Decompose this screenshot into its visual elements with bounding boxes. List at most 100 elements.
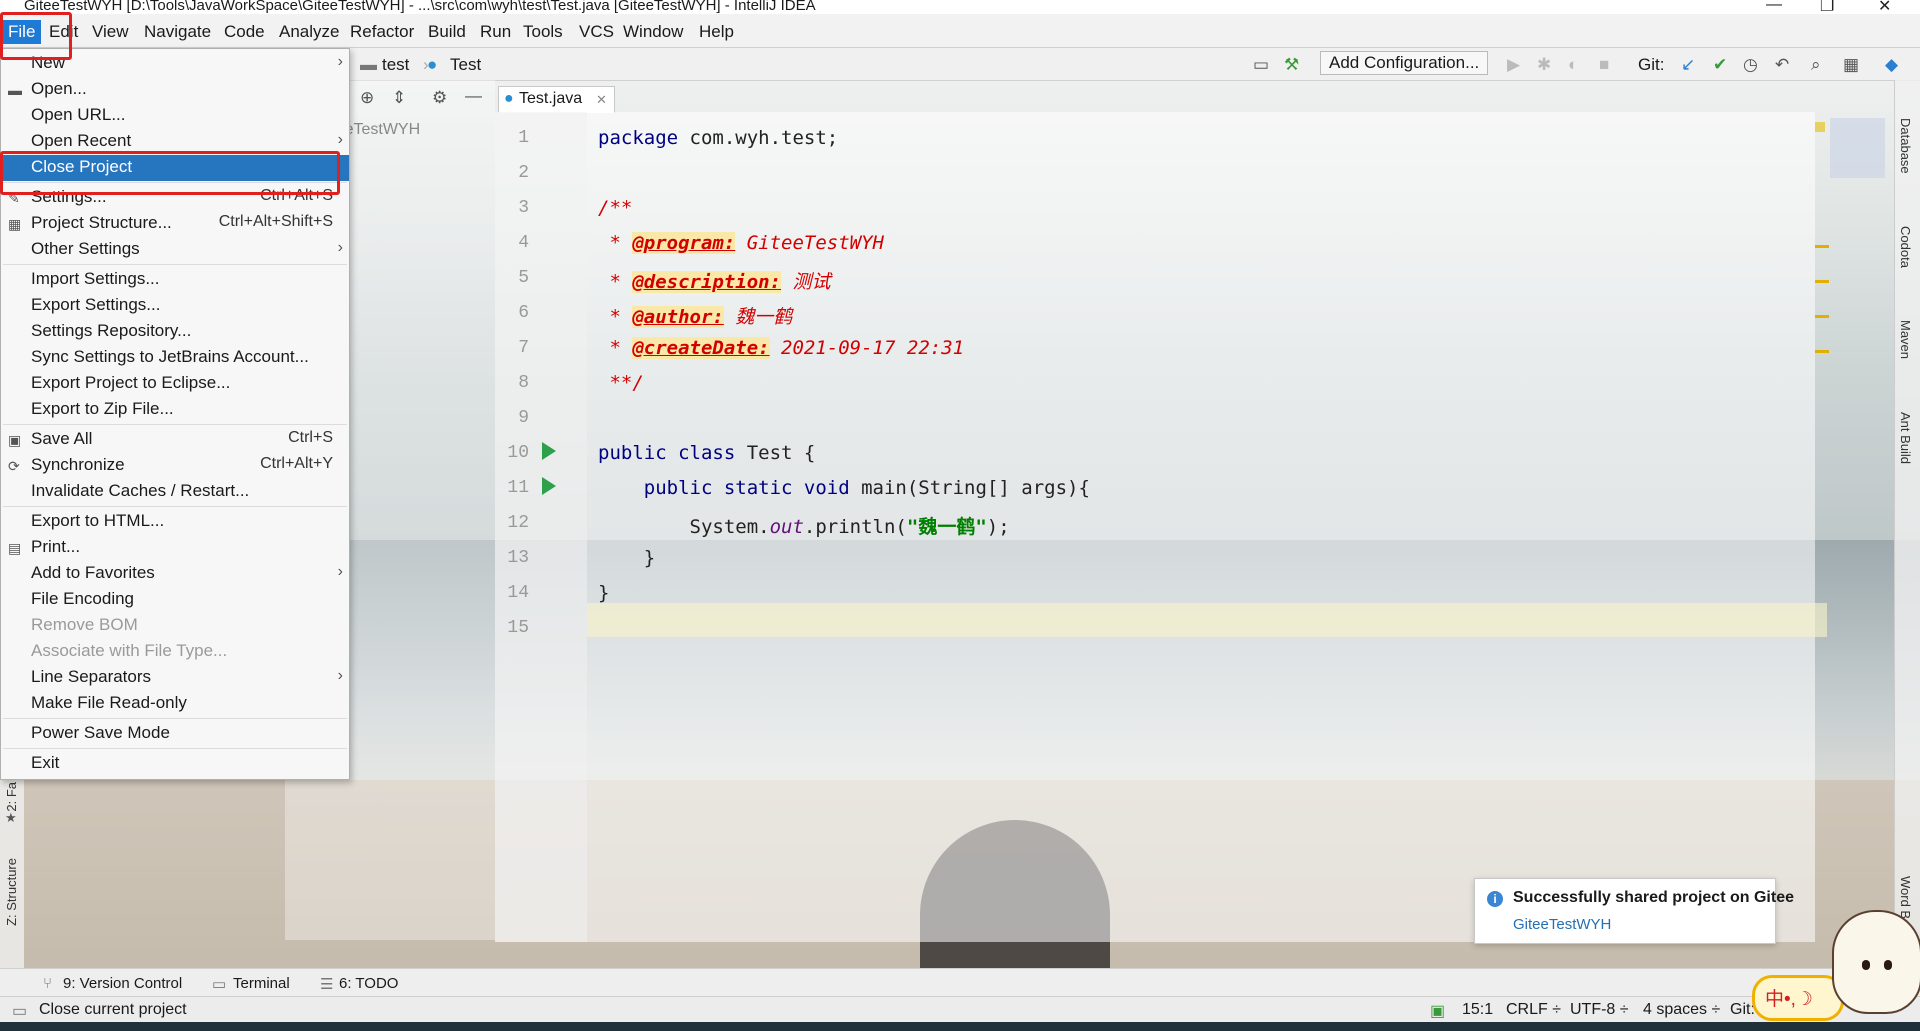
menu-item-remove-bom[interactable]: Remove BOM [1, 613, 349, 639]
error-stripe-mark[interactable] [1815, 245, 1829, 248]
menu-code[interactable]: Code [224, 22, 265, 42]
structure-tool-button[interactable]: Z: Structure [4, 858, 19, 926]
navigation-bar: ▬ test › ● Test ▭ ⚒ Add Configuration...… [285, 48, 1920, 81]
notification-balloon[interactable]: i Successfully shared project on Gitee G… [1474, 878, 1794, 944]
menu-item-settings-repository[interactable]: Settings Repository... [1, 319, 349, 345]
gitee-icon[interactable]: ◆ [1885, 55, 1898, 75]
breadcrumb-class[interactable]: Test [450, 55, 481, 75]
menu-item-synchronize[interactable]: ⟳ Synchronize Ctrl+Alt+Y [1, 453, 349, 479]
run-main-icon[interactable] [542, 477, 556, 495]
menu-item-make-read-only[interactable]: Make File Read-only [1, 691, 349, 717]
menu-help[interactable]: Help [699, 22, 734, 42]
line-number: 11 [507, 478, 529, 498]
menu-item-open[interactable]: ▬ Open... [1, 77, 349, 103]
sync-icon: ⟳ [8, 458, 20, 474]
collapse-icon[interactable]: ⇕ [392, 88, 406, 108]
caret-row-highlight [587, 603, 1827, 637]
project-structure-icon[interactable]: ▭ [1253, 55, 1269, 75]
line-separator-selector[interactable]: CRLF ÷ [1506, 1001, 1561, 1019]
tool-terminal[interactable]: Terminal [233, 975, 290, 992]
inspection-status-icon[interactable] [1815, 122, 1825, 132]
menu-item-associate-file-type[interactable]: Associate with File Type... [1, 639, 349, 665]
menu-item-import-settings[interactable]: Import Settings... [1, 267, 349, 293]
star-icon: ★ [5, 810, 17, 825]
debug-icon[interactable]: ✱ [1537, 55, 1551, 75]
menu-item-invalidate-caches[interactable]: Invalidate Caches / Restart... [1, 479, 349, 505]
menu-analyze[interactable]: Analyze [279, 22, 339, 42]
notification-link[interactable]: GiteeTestWYH [1513, 916, 1611, 933]
codota-status-icon[interactable]: ▣ [1430, 1001, 1445, 1021]
menu-item-file-encoding[interactable]: File Encoding [1, 587, 349, 613]
build-hammer-icon[interactable]: ⚒ [1284, 55, 1299, 75]
codota-tool-button[interactable]: Codota [1898, 226, 1913, 268]
status-toggle-icon[interactable]: ▭ [12, 1001, 27, 1021]
ant-build-tool-button[interactable]: Ant Build [1898, 412, 1913, 464]
vcs-branch-widget[interactable]: Git: [1730, 1001, 1755, 1019]
tool-version-control[interactable]: 9: Version Control [63, 975, 182, 992]
tool-window-bar: ⑂ 9: Version Control ▭ Terminal ☰ 6: TOD… [0, 968, 1920, 997]
restore-icon[interactable]: ❐ [1820, 0, 1834, 14]
add-configuration-button[interactable]: Add Configuration... [1320, 51, 1488, 75]
run-icon[interactable]: ▶ [1507, 55, 1520, 75]
indent-selector[interactable]: 4 spaces ÷ [1643, 1001, 1720, 1019]
line-number: 8 [518, 373, 529, 393]
locate-icon[interactable]: ⊕ [360, 88, 374, 108]
ime-indicator[interactable]: 中•,☽ [1752, 975, 1844, 1021]
coverage-icon[interactable]: ◐ [1568, 55, 1578, 75]
encoding-selector[interactable]: UTF-8 ÷ [1570, 1001, 1629, 1019]
caret-position[interactable]: 15:1 [1462, 1001, 1493, 1019]
info-icon: i [1487, 891, 1503, 907]
menu-item-open-url[interactable]: Open URL... [1, 103, 349, 129]
todo-icon: ☰ [320, 976, 334, 993]
menu-item-export-settings[interactable]: Export Settings... [1, 293, 349, 319]
menu-item-sync-settings[interactable]: Sync Settings to JetBrains Account... [1, 345, 349, 371]
menu-window[interactable]: Window [623, 22, 683, 42]
tab-test-java[interactable]: ● Test.java ✕ [498, 86, 615, 113]
menu-vcs[interactable]: VCS [579, 22, 614, 42]
error-stripe-mark[interactable] [1815, 350, 1829, 353]
menu-item-exit[interactable]: Exit [1, 751, 349, 777]
project-view-icon[interactable]: ▦ [1843, 55, 1859, 75]
line-number: 4 [518, 233, 529, 253]
stop-icon[interactable]: ■ [1599, 55, 1609, 75]
git-commit-icon[interactable]: ✔ [1713, 55, 1727, 75]
menu-item-other-settings[interactable]: Other Settings › [1, 237, 349, 263]
code-line-4: * @program: GiteeTestWYH [598, 232, 884, 254]
menu-run[interactable]: Run [480, 22, 511, 42]
minimize-icon[interactable]: — [1766, 0, 1782, 14]
favorites-tool-button[interactable]: 2: Fa [4, 782, 19, 812]
breadcrumb-package[interactable]: test [382, 55, 409, 75]
git-update-icon[interactable]: ↙ [1681, 55, 1695, 75]
error-stripe-mark[interactable] [1815, 315, 1829, 318]
close-tab-icon[interactable]: ✕ [596, 92, 607, 108]
menu-build[interactable]: Build [428, 22, 466, 42]
menu-refactor[interactable]: Refactor [350, 22, 414, 42]
gear-icon[interactable]: ⚙ [432, 88, 447, 108]
menu-navigate[interactable]: Navigate [144, 22, 211, 42]
class-icon: ● [504, 90, 514, 107]
tool-todo[interactable]: 6: TODO [339, 975, 398, 992]
maven-tool-button[interactable]: Maven [1898, 320, 1913, 359]
menu-item-export-eclipse[interactable]: Export Project to Eclipse... [1, 371, 349, 397]
close-window-icon[interactable]: ✕ [1878, 0, 1891, 14]
submenu-arrow-icon: › [337, 53, 343, 70]
menu-item-save-all[interactable]: ▣ Save All Ctrl+S [1, 427, 349, 453]
menu-item-export-html[interactable]: Export to HTML... [1, 509, 349, 535]
hide-panel-icon[interactable]: — [465, 86, 482, 106]
menu-item-power-save-mode[interactable]: Power Save Mode [1, 721, 349, 747]
git-history-icon[interactable]: ◷ [1743, 55, 1758, 75]
menu-item-project-structure[interactable]: ▦ Project Structure... Ctrl+Alt+Shift+S [1, 211, 349, 237]
error-stripe-mark[interactable] [1815, 280, 1829, 283]
menu-tools[interactable]: Tools [523, 22, 563, 42]
menu-item-print[interactable]: ▤ Print... [1, 535, 349, 561]
menu-item-line-separators[interactable]: Line Separators › [1, 665, 349, 691]
database-tool-button[interactable]: Database [1898, 118, 1913, 174]
code-line-7: * @createDate: 2021-09-17 22:31 [598, 337, 965, 359]
menu-item-add-to-favorites[interactable]: Add to Favorites › [1, 561, 349, 587]
git-rollback-icon[interactable]: ↶ [1775, 55, 1789, 75]
line-number: 1 [518, 128, 529, 148]
menu-view[interactable]: View [92, 22, 129, 42]
menu-item-export-zip[interactable]: Export to Zip File... [1, 397, 349, 423]
search-icon[interactable]: ⌕ [1811, 55, 1821, 75]
run-class-icon[interactable] [542, 442, 556, 460]
